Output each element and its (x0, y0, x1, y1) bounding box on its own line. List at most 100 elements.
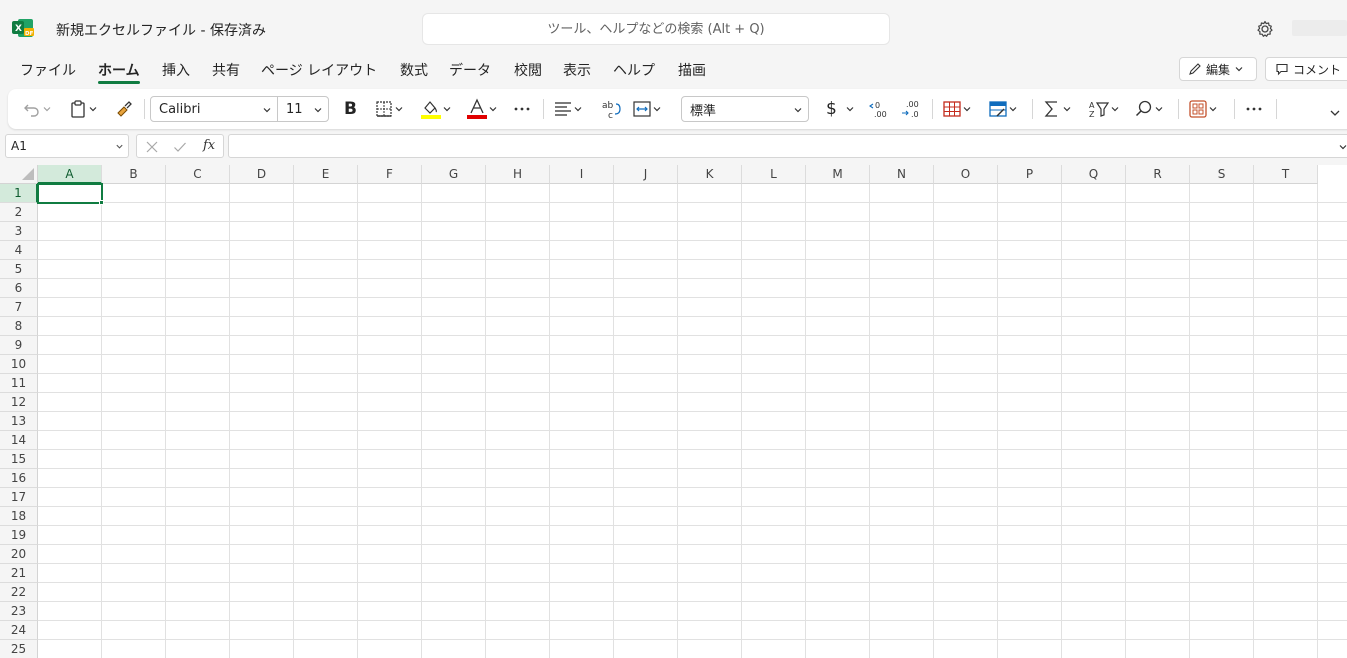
row-header-4[interactable]: 4 (0, 241, 38, 260)
row-header-1[interactable]: 1 (0, 184, 38, 203)
tab-help[interactable]: ヘルプ (613, 60, 655, 80)
formula-input[interactable] (228, 134, 1347, 158)
more-font-options-button[interactable] (512, 97, 532, 121)
column-header-s[interactable]: S (1190, 165, 1254, 184)
font-name-dropdown[interactable]: Calibri (150, 96, 278, 122)
excel-logo-icon[interactable]: X DF (12, 18, 34, 38)
cell-area[interactable] (38, 184, 1347, 658)
ribbon-expand-button[interactable] (1329, 101, 1341, 125)
column-header-b[interactable]: B (102, 165, 166, 184)
row-header-11[interactable]: 11 (0, 374, 38, 393)
column-header-r[interactable]: R (1126, 165, 1190, 184)
tab-data[interactable]: データ (449, 60, 491, 80)
column-header-j[interactable]: J (614, 165, 678, 184)
column-header-m[interactable]: M (806, 165, 870, 184)
expand-formula-bar-icon[interactable] (1338, 142, 1347, 152)
column-header-i[interactable]: I (550, 165, 614, 184)
tab-file[interactable]: ファイル (20, 60, 76, 80)
row-header-19[interactable]: 19 (0, 526, 38, 545)
sort-filter-button[interactable]: AZ (1088, 97, 1120, 121)
row-header-6[interactable]: 6 (0, 279, 38, 298)
row-header-3[interactable]: 3 (0, 222, 38, 241)
font-size-dropdown[interactable]: 11 (277, 96, 329, 122)
column-header-e[interactable]: E (294, 165, 358, 184)
tab-page-layout[interactable]: ページ レイアウト (261, 60, 377, 80)
column-header-k[interactable]: K (678, 165, 742, 184)
column-header-h[interactable]: H (486, 165, 550, 184)
search-input[interactable] (423, 14, 889, 44)
wrap-text-button[interactable]: ab c (600, 97, 622, 121)
conditional-formatting-button[interactable] (942, 97, 972, 121)
worksheet-grid[interactable]: ABCDEFGHIJKLMNOPQRST 1 2 3 4 5 6 7 8 9 10 11 12 13 14… (0, 165, 1347, 658)
currency-format-button[interactable]: $ (826, 97, 855, 121)
row-header-15[interactable]: 15 (0, 450, 38, 469)
row-header-23[interactable]: 23 (0, 602, 38, 621)
bold-button[interactable]: B (344, 97, 357, 121)
active-cell-a1[interactable] (37, 183, 103, 204)
row-header-5[interactable]: 5 (0, 260, 38, 279)
settings-gear-icon[interactable] (1255, 19, 1275, 39)
font-color-button[interactable] (466, 97, 498, 121)
comments-button[interactable]: コメント (1265, 57, 1347, 81)
tab-share[interactable]: 共有 (212, 60, 240, 80)
increase-decimal-button[interactable]: 0.00 (868, 97, 890, 121)
format-as-table-button[interactable] (988, 97, 1018, 121)
borders-button[interactable] (374, 97, 404, 121)
cancel-entry-icon[interactable] (145, 140, 159, 154)
column-header-n[interactable]: N (870, 165, 934, 184)
tab-review[interactable]: 校閲 (514, 60, 542, 80)
alignment-button[interactable] (553, 97, 583, 121)
account-area[interactable] (1292, 20, 1347, 36)
column-header-l[interactable]: L (742, 165, 806, 184)
fill-color-button[interactable] (420, 97, 452, 121)
tab-formulas[interactable]: 数式 (400, 60, 428, 80)
decrease-decimal-button[interactable]: .00.0 (900, 97, 922, 121)
addins-button[interactable] (1188, 97, 1218, 121)
autosum-button[interactable] (1042, 97, 1072, 121)
format-painter-button[interactable] (114, 97, 134, 121)
editing-mode-button[interactable]: 編集 (1179, 57, 1257, 81)
confirm-entry-icon[interactable] (173, 140, 187, 154)
row-header-22[interactable]: 22 (0, 583, 38, 602)
fill-handle[interactable] (99, 200, 104, 205)
row-header-20[interactable]: 20 (0, 545, 38, 564)
row-header-7[interactable]: 7 (0, 298, 38, 317)
row-header-16[interactable]: 16 (0, 469, 38, 488)
row-header-21[interactable]: 21 (0, 564, 38, 583)
insert-function-button[interactable]: fx (203, 138, 215, 153)
row-header-9[interactable]: 9 (0, 336, 38, 355)
column-header-f[interactable]: F (358, 165, 422, 184)
find-select-button[interactable] (1134, 97, 1164, 121)
row-header-14[interactable]: 14 (0, 431, 38, 450)
number-format-dropdown[interactable]: 標準 (681, 96, 809, 122)
row-header-18[interactable]: 18 (0, 507, 38, 526)
row-header-8[interactable]: 8 (0, 317, 38, 336)
row-header-17[interactable]: 17 (0, 488, 38, 507)
tab-insert[interactable]: 挿入 (162, 60, 190, 80)
paste-button[interactable] (68, 97, 98, 121)
tab-home[interactable]: ホーム (98, 60, 140, 80)
row-header-12[interactable]: 12 (0, 393, 38, 412)
tab-draw[interactable]: 描画 (678, 60, 706, 80)
document-title[interactable]: 新規エクセルファイル - 保存済み (56, 20, 266, 40)
row-header-25[interactable]: 25 (0, 640, 38, 658)
search-box[interactable] (422, 13, 890, 45)
name-box[interactable]: A1 (5, 134, 129, 158)
row-header-10[interactable]: 10 (0, 355, 38, 374)
more-options-button[interactable] (1244, 97, 1264, 121)
column-header-q[interactable]: Q (1062, 165, 1126, 184)
row-header-24[interactable]: 24 (0, 621, 38, 640)
column-header-a[interactable]: A (38, 165, 102, 184)
merge-cells-button[interactable] (632, 97, 662, 121)
row-header-13[interactable]: 13 (0, 412, 38, 431)
row-header-2[interactable]: 2 (0, 203, 38, 222)
column-header-t[interactable]: T (1254, 165, 1318, 184)
select-all-corner[interactable] (0, 165, 38, 184)
tab-view[interactable]: 表示 (563, 60, 591, 80)
column-header-p[interactable]: P (998, 165, 1062, 184)
column-header-c[interactable]: C (166, 165, 230, 184)
column-header-g[interactable]: G (422, 165, 486, 184)
column-header-o[interactable]: O (934, 165, 998, 184)
column-header-d[interactable]: D (230, 165, 294, 184)
undo-button[interactable] (22, 97, 52, 121)
